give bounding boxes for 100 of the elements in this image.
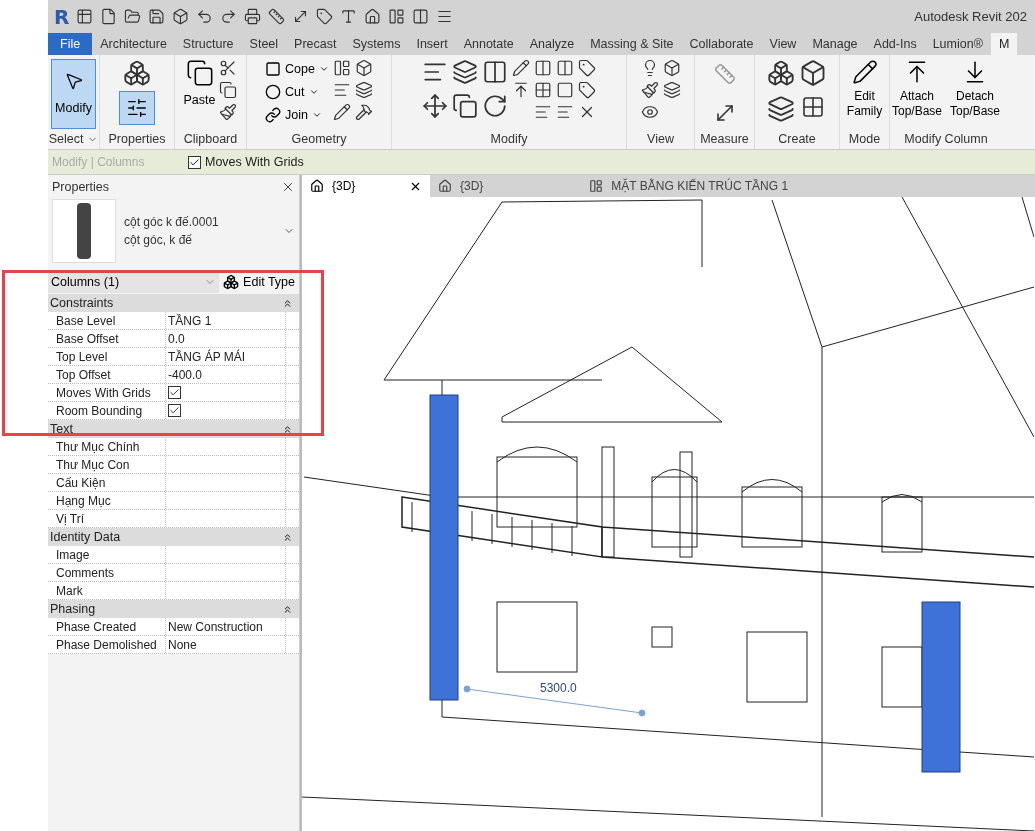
ribbon-tab[interactable]: Analyze	[521, 33, 583, 55]
ribbon-tab[interactable]: Add-Ins	[865, 33, 925, 55]
panel-label: Mode	[848, 130, 881, 148]
ribbon-tab[interactable]: Lumion®	[924, 33, 991, 55]
close-icon[interactable]	[281, 180, 295, 194]
property-name: Thư Mục Chính	[48, 438, 166, 455]
link-icon	[265, 107, 282, 123]
column-button[interactable]: Attach Top/Base	[891, 59, 942, 119]
group-header: Identity Data	[50, 528, 121, 546]
panel-title: Properties	[52, 178, 109, 196]
undo-icon[interactable]	[196, 8, 214, 25]
property-name: Phase Created	[48, 618, 166, 635]
collapse-icon[interactable]	[282, 531, 293, 543]
checkbox[interactable]	[188, 155, 201, 169]
rotate-icon[interactable]	[482, 93, 508, 119]
option-label: Moves With Grids	[205, 153, 304, 171]
collapse-icon[interactable]	[282, 297, 293, 309]
menu-icon[interactable]	[436, 8, 454, 25]
property-value[interactable]: -400.0	[168, 365, 203, 384]
print-icon[interactable]	[244, 8, 262, 25]
layers-icon[interactable]	[662, 81, 681, 99]
layers-icon[interactable]	[767, 95, 795, 123]
edit-type-button[interactable]: Edit Type	[223, 272, 299, 292]
layers-icon[interactable]	[354, 81, 373, 99]
ribbon-tab[interactable]: Systems	[344, 33, 409, 55]
ribbon-tab[interactable]: View	[761, 33, 805, 55]
boxes-icon	[223, 274, 240, 290]
columns-icon[interactable]	[412, 8, 430, 25]
ribbon-tab[interactable]: Massing & Site	[582, 33, 682, 55]
eye-icon[interactable]	[640, 103, 659, 121]
hammer-icon[interactable]	[354, 103, 373, 121]
document-tab[interactable]: {3D}	[430, 175, 492, 197]
ribbon-tab[interactable]: Steel	[241, 33, 287, 55]
array-icon[interactable]	[534, 81, 552, 99]
ribbon-tab[interactable]: Architecture	[92, 33, 175, 55]
checkbox[interactable]	[168, 404, 181, 417]
ribbon-tab[interactable]: Precast	[286, 33, 345, 55]
open-folder-icon[interactable]	[124, 8, 142, 25]
properties-button[interactable]	[119, 91, 155, 125]
property-name: Mark	[48, 582, 166, 599]
square-icon	[265, 61, 282, 77]
ruler-icon[interactable]	[268, 8, 286, 25]
type-name: cột góc, k đế	[124, 232, 194, 249]
property-value[interactable]: TẦNG 1	[168, 311, 212, 330]
document-tab[interactable]: MẶT BẰNG KIẾN TRÚC TẦNG 1	[581, 175, 797, 197]
type-selector[interactable]: Columns (1)	[48, 271, 220, 293]
property-value[interactable]: None	[168, 635, 197, 654]
ribbon-tab[interactable]: Insert	[408, 33, 456, 55]
checkbox[interactable]	[168, 386, 181, 399]
property-value[interactable]: 0.0	[168, 329, 185, 348]
panel-label: Create	[778, 130, 816, 148]
property-value[interactable]: New Construction	[168, 617, 263, 636]
tag-icon[interactable]	[316, 8, 334, 25]
collapse-icon[interactable]	[282, 423, 293, 435]
ribbon-tab[interactable]: Annotate	[455, 33, 522, 55]
copy-icon[interactable]	[452, 93, 478, 119]
app-logo[interactable]: R	[54, 6, 70, 27]
geometry-tool[interactable]: Cut	[265, 82, 329, 102]
save-icon[interactable]	[148, 8, 166, 25]
ribbon-tab[interactable]: File	[48, 33, 93, 55]
paste-button[interactable]: Paste	[183, 59, 216, 110]
selected-column[interactable]	[429, 394, 459, 701]
ribbon-tab[interactable]: Collaborate	[681, 33, 762, 55]
move-icon[interactable]	[422, 93, 448, 119]
pencil-icon[interactable]	[332, 103, 351, 121]
house-icon[interactable]	[364, 8, 382, 25]
column-button[interactable]: Detach Top/Base	[950, 59, 1001, 119]
edit-family-button[interactable]: Edit Family	[846, 59, 883, 119]
dimension-text[interactable]: 5300.0	[540, 681, 577, 695]
copy-icon[interactable]	[219, 81, 238, 99]
modify-button[interactable]: Modify	[51, 59, 96, 129]
circle-icon	[265, 84, 282, 100]
pencil-icon	[851, 59, 878, 85]
cube-icon[interactable]	[354, 59, 373, 77]
paintbrush-icon[interactable]	[219, 103, 238, 121]
property-name: Top Offset	[48, 366, 166, 383]
geometry-tool[interactable]: Cope	[265, 59, 329, 79]
property-name: Vị Trí	[48, 510, 166, 527]
geometry-tool[interactable]: Join	[265, 105, 329, 125]
window-title: Autodesk Revit 202	[914, 7, 1027, 26]
group-header: Constraints	[50, 294, 114, 312]
ribbon-tab[interactable]: Structure	[174, 33, 242, 55]
selected-column[interactable]	[921, 601, 961, 773]
paintbrush-icon[interactable]	[640, 81, 659, 99]
text-icon[interactable]	[340, 8, 358, 25]
cube-icon[interactable]	[662, 59, 681, 77]
ribbon-tab[interactable]: Manage	[804, 33, 866, 55]
align-lines-icon[interactable]	[332, 81, 351, 99]
panel-icon[interactable]	[388, 8, 406, 25]
redo-icon[interactable]	[220, 8, 238, 25]
property-value[interactable]: TẦNG ÁP MÁI	[168, 347, 246, 366]
sliders-icon	[126, 97, 148, 119]
cube-icon[interactable]	[172, 8, 190, 25]
table-icon[interactable]	[76, 8, 94, 25]
collapse-icon[interactable]	[282, 603, 293, 615]
caret-icon	[312, 110, 322, 120]
document-tab[interactable]: {3D}	[302, 175, 430, 197]
house-icon	[310, 179, 324, 193]
new-file-icon[interactable]	[100, 8, 118, 25]
ribbon-tab[interactable]: M	[990, 33, 1018, 55]
